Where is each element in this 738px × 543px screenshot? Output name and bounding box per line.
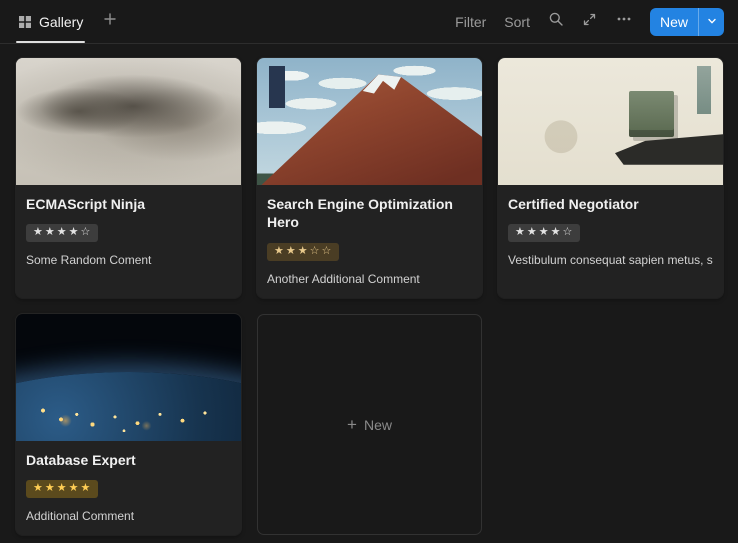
rating-badge: ★★★☆☆ [267,243,339,261]
card-comment: Another Additional Comment [267,272,472,286]
new-button-group: New [650,8,724,36]
tab-gallery[interactable]: Gallery [16,0,85,43]
filter-button[interactable]: Filter [449,10,492,34]
search-icon [548,11,564,32]
toolbar-actions: Filter Sort New [449,8,724,36]
rating-badge: ★★★★☆ [508,224,580,242]
rating-row: ★★★★★ [26,478,231,498]
card-comment: Additional Comment [26,509,231,523]
gallery-card[interactable]: Certified Negotiator ★★★★☆ Vestibulum cons… [498,58,723,298]
rating-badge: ★★★★☆ [26,224,98,242]
earth-image [16,314,241,441]
card-title: Search Engine Optimization Hero [267,195,472,232]
rating-row: ★★★☆☆ [267,241,472,261]
red-fuji-image [257,58,482,185]
expand-icon [582,12,597,32]
card-body: Certified Negotiator ★★★★☆ Vestibulum cons… [498,185,723,279]
rating-row: ★★★★☆ [508,222,713,242]
new-button[interactable]: New [650,8,698,36]
card-title: Database Expert [26,451,231,469]
gallery-app: Gallery Filter Sort [0,0,738,543]
more-options-button[interactable] [610,8,638,36]
search-button[interactable] [542,8,570,36]
rating-row: ★★★★☆ [26,222,231,242]
view-toolbar: Gallery Filter Sort [0,0,738,43]
plus-icon: + [347,416,357,433]
card-body: Search Engine Optimization Hero ★★★☆☆ Anot… [257,185,482,298]
gallery-card[interactable]: Search Engine Optimization Hero ★★★☆☆ Anot… [257,58,482,298]
expand-button[interactable] [576,8,604,36]
add-view-button[interactable] [99,8,121,35]
plus-icon [103,12,117,31]
tab-label: Gallery [39,14,83,30]
gallery-card[interactable]: ECMAScript Ninja ★★★★☆ Some Random Coment [16,58,241,298]
sort-button[interactable]: Sort [498,10,536,34]
card-title: ECMAScript Ninja [26,195,231,213]
rating-badge: ★★★★★ [26,480,98,498]
satellite-image [16,58,241,185]
gallery-grid: ECMAScript Ninja ★★★★☆ Some Random Coment S… [0,44,738,543]
jstill-image [498,58,723,185]
view-tabs: Gallery [16,0,121,43]
card-body: Database Expert ★★★★★ Additional Comment [16,441,241,535]
gallery-view-icon [18,15,32,29]
new-card-button[interactable]: + New [257,314,482,535]
card-comment: Some Random Coment [26,253,231,267]
more-options-icon [616,11,632,32]
new-dropdown-button[interactable] [698,8,724,36]
card-title: Certified Negotiator [508,195,713,213]
new-card-label: New [364,417,392,433]
gallery-card[interactable]: Database Expert ★★★★★ Additional Comment [16,314,241,535]
card-comment: Vestibulum consequat sapien metus, s [508,253,713,267]
card-body: ECMAScript Ninja ★★★★☆ Some Random Coment [16,185,241,279]
chevron-down-icon [707,13,717,31]
